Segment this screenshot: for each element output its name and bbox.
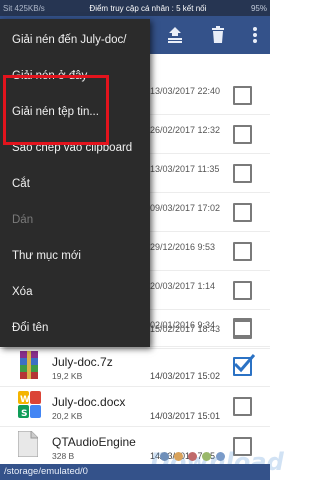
file-name: July-doc.docx [52,395,126,409]
file-name: July-doc.7z [52,355,113,369]
file-size: 328 B [52,451,75,461]
select-checkbox[interactable] [233,86,252,105]
file-date: 20/03/2017 1:14 [150,281,216,291]
file-size: 19,2 KB [52,371,83,381]
select-checkbox[interactable] [233,125,252,144]
menu-item-extract-to-folder[interactable]: Giải nén đến July-doc/ [0,23,150,57]
select-checkbox[interactable] [233,397,252,416]
select-checkbox[interactable] [233,164,252,183]
menu-item-delete[interactable]: Xóa [0,275,150,309]
delete-icon[interactable] [205,22,231,48]
select-checkbox[interactable] [233,242,252,261]
file-size: 20,2 KB [52,411,83,421]
file-date: 13/03/2017 11:35 [150,164,220,174]
file-date: 09/03/2017 17:02 [150,203,221,213]
select-checkbox[interactable] [233,203,252,222]
context-menu: Giải nén đến July-doc/ Giải nén ở đây Gi… [0,19,150,347]
menu-item-paste: Dán [12,214,34,226]
svg-text:S: S [21,409,27,419]
file-date: 15/02/2017 18:43 [150,324,221,334]
generic-file-icon [17,430,40,459]
status-bar: Sit 425KB/s Điểm truy cập cá nhân : 5 kế… [0,0,270,16]
list-item[interactable]: July-doc.7z 19,2 KB 14/03/2017 15:02 [0,347,270,387]
battery-level: 95% [250,3,267,13]
archive-upload-icon[interactable] [162,22,188,48]
current-path: /storage/emulated/0 [0,464,270,480]
select-checkbox-checked[interactable] [233,354,255,376]
watermark-dots [160,452,225,461]
document-file-icon: W S [18,391,41,419]
svg-text:W: W [20,395,30,405]
menu-item-rename[interactable]: Đổi tên [0,311,150,345]
file-date: 29/12/2016 9:53 [150,242,216,252]
file-date: 26/02/2017 12:32 [150,125,221,135]
file-date: 14/03/2017 15:01 [150,411,221,421]
list-item[interactable]: W S July-doc.docx 20,2 KB 14/03/2017 15:… [0,387,270,427]
archive-file-icon [18,351,40,379]
select-checkbox[interactable] [233,281,252,300]
highlight-annotation [3,75,109,145]
select-checkbox[interactable] [233,318,252,337]
file-name: QTAudioEngine [52,435,136,449]
status-notification: Điểm truy cập cá nhân : 5 kết nối [89,3,207,13]
file-date: 13/03/2017 22:40 [150,86,221,96]
menu-item-new-folder[interactable]: Thư mục mới [0,239,150,273]
file-date: 14/03/2017 15:02 [150,371,221,381]
network-speed: Sit 425KB/s [3,3,45,13]
menu-item-cut[interactable]: Cắt [0,167,150,201]
more-vert-icon[interactable] [242,22,268,48]
